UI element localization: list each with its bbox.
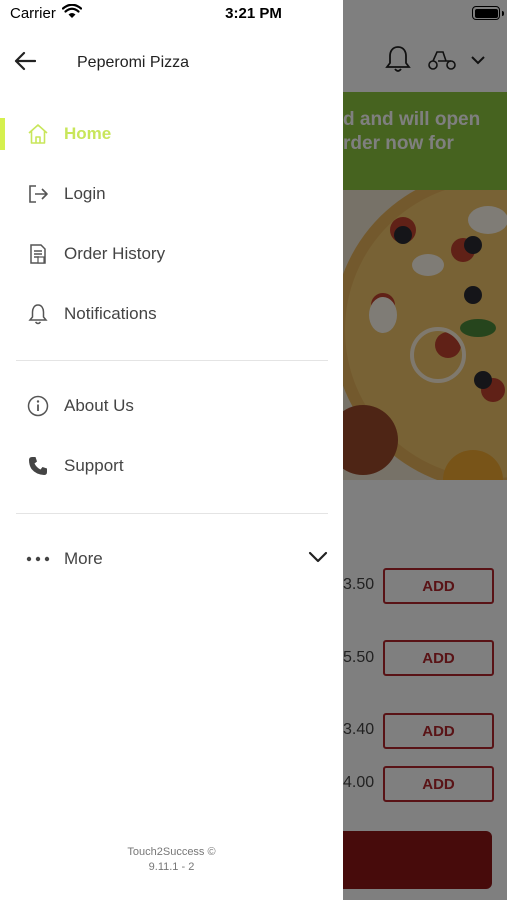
menu-item-support[interactable]: Support [0, 440, 343, 492]
login-icon [25, 181, 51, 207]
menu-item-order-history[interactable]: Order History [0, 228, 343, 280]
menu-item-label: More [64, 549, 103, 568]
menu-item-label: Login [64, 184, 106, 203]
chevron-down-icon[interactable] [308, 550, 328, 568]
store-name: Peperomi Pizza [77, 54, 190, 71]
clock: 3:21 PM [225, 5, 282, 22]
status-bar: Carrier 3:21 PM [0, 0, 507, 28]
divider [16, 513, 328, 514]
bell-icon [25, 301, 51, 327]
receipt-icon [25, 241, 51, 267]
menu-item-label: Notifications [64, 304, 157, 323]
battery-icon [472, 6, 504, 20]
more-dots-icon [25, 546, 51, 572]
info-icon [25, 393, 51, 419]
menu-item-label: About Us [64, 396, 134, 415]
divider [16, 360, 328, 361]
app-footer: Touch2Success © 9.11.1 - 2 [0, 845, 343, 875]
back-button[interactable] [14, 40, 64, 86]
drawer-header: Peperomi Pizza [0, 40, 343, 86]
menu-item-label: Order History [64, 244, 166, 263]
menu-item-login[interactable]: Login [0, 168, 343, 220]
menu-item-label: Home [64, 124, 112, 143]
arrow-left-icon [14, 51, 37, 76]
navigation-drawer: Peperomi Pizza Home Login Order History … [0, 0, 343, 900]
menu-item-more[interactable]: More [0, 533, 343, 585]
menu-item-home[interactable]: Home [0, 108, 343, 160]
menu-item-notifications[interactable]: Notifications [0, 288, 343, 340]
home-icon [25, 121, 51, 147]
footer-brand: Touch2Success © [127, 846, 216, 858]
footer-version: 9.11.1 - 2 [148, 861, 195, 873]
phone-icon [25, 453, 51, 479]
drawer-overlay[interactable] [343, 0, 507, 900]
menu-item-label: Support [64, 456, 124, 475]
menu-item-about-us[interactable]: About Us [0, 380, 343, 432]
